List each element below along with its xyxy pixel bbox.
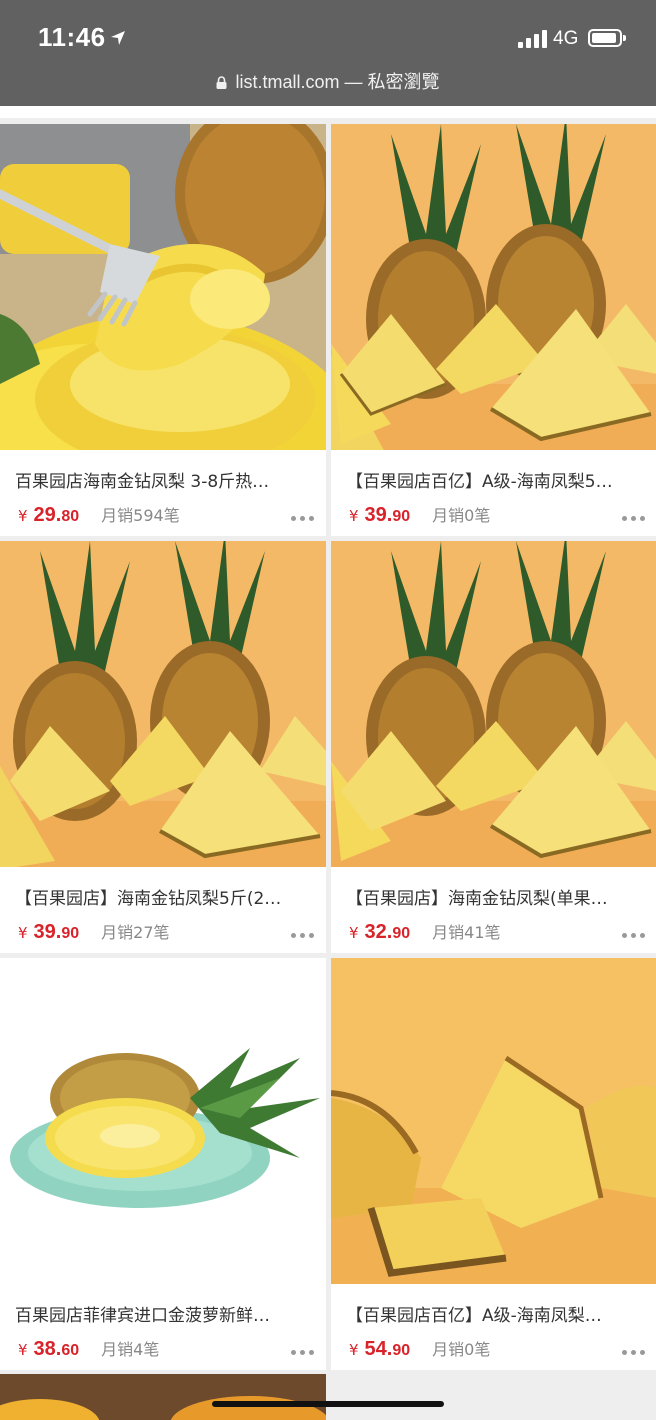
product-image bbox=[0, 1374, 326, 1420]
home-indicator[interactable] bbox=[212, 1401, 444, 1407]
price-integer: 54. bbox=[364, 1338, 393, 1360]
price-integer: 38. bbox=[33, 1338, 62, 1360]
price-row: ¥ 38. 60 月销4笔 bbox=[18, 1336, 318, 1360]
price-decimal: 80 bbox=[61, 508, 80, 525]
price-integer: 32. bbox=[364, 921, 393, 943]
currency-symbol: ¥ bbox=[349, 1341, 359, 1359]
price-row: ¥ 39. 90 月销27笔 bbox=[18, 919, 318, 943]
battery-icon bbox=[588, 29, 626, 47]
currency-symbol: ¥ bbox=[349, 507, 359, 525]
monthly-sales: 月销594笔 bbox=[101, 506, 180, 525]
price-integer: 39. bbox=[364, 504, 393, 526]
lock-icon bbox=[216, 76, 227, 89]
product-card[interactable]: 【百果园店】海南金钻凤梨5斤(2… ¥ 39. 90 月销27笔 bbox=[0, 541, 326, 953]
url-bar[interactable]: list.tmall.com — 私密瀏覽 bbox=[0, 68, 656, 94]
product-image[interactable] bbox=[331, 958, 656, 1284]
product-title[interactable]: 百果园店菲律宾进口金菠萝新鲜… bbox=[15, 1301, 305, 1326]
more-options-icon[interactable] bbox=[291, 933, 314, 938]
product-card[interactable]: 【百果园店】海南金钻凤梨(单果… ¥ 32. 90 月销41笔 bbox=[331, 541, 656, 953]
more-options-icon[interactable] bbox=[622, 1350, 645, 1355]
product-title[interactable]: 【百果园店】海南金钻凤梨(单果… bbox=[346, 884, 636, 909]
monthly-sales: 月销0笔 bbox=[432, 1340, 491, 1359]
currency-symbol: ¥ bbox=[18, 924, 28, 942]
monthly-sales: 月销4笔 bbox=[101, 1340, 160, 1359]
more-options-icon[interactable] bbox=[622, 933, 645, 938]
product-title[interactable]: 【百果园店百亿】A级-海南凤梨… bbox=[346, 1301, 636, 1326]
more-options-icon[interactable] bbox=[291, 516, 314, 521]
product-card[interactable]: 【百果园店百亿】A级-海南凤梨… ¥ 54. 90 月销0笔 bbox=[331, 958, 656, 1370]
price-integer: 29. bbox=[33, 504, 62, 526]
product-card-partial[interactable] bbox=[0, 1374, 326, 1420]
product-image[interactable] bbox=[331, 124, 656, 450]
product-image[interactable] bbox=[0, 124, 326, 450]
top-strip bbox=[0, 106, 656, 118]
status-time: 11:46 bbox=[38, 22, 106, 52]
currency-symbol: ¥ bbox=[349, 924, 359, 942]
product-title[interactable]: 【百果园店百亿】A级-海南凤梨5… bbox=[346, 467, 636, 492]
product-card[interactable]: 百果园店菲律宾进口金菠萝新鲜… ¥ 38. 60 月销4笔 bbox=[0, 958, 326, 1370]
signal-icon bbox=[518, 30, 547, 48]
price-integer: 39. bbox=[33, 921, 62, 943]
product-title[interactable]: 百果园店海南金钻凤梨 3-8斤热… bbox=[15, 467, 305, 492]
price-row: ¥ 54. 90 月销0笔 bbox=[349, 1336, 649, 1360]
product-card[interactable]: 【百果园店百亿】A级-海南凤梨5… ¥ 39. 90 月销0笔 bbox=[331, 124, 656, 536]
price-row: ¥ 32. 90 月销41笔 bbox=[349, 919, 649, 943]
price-decimal: 60 bbox=[61, 1342, 80, 1359]
price-decimal: 90 bbox=[392, 508, 411, 525]
product-title[interactable]: 【百果园店】海南金钻凤梨5斤(2… bbox=[15, 884, 305, 909]
location-arrow-icon bbox=[111, 31, 125, 45]
product-image[interactable] bbox=[0, 958, 326, 1284]
monthly-sales: 月销27笔 bbox=[101, 923, 170, 942]
product-image[interactable] bbox=[0, 541, 326, 867]
more-options-icon[interactable] bbox=[622, 516, 645, 521]
currency-symbol: ¥ bbox=[18, 507, 28, 525]
price-row: ¥ 39. 90 月销0笔 bbox=[349, 502, 649, 526]
product-card[interactable]: 百果园店海南金钻凤梨 3-8斤热… ¥ 29. 80 月销594笔 bbox=[0, 124, 326, 536]
empty-slot bbox=[331, 1374, 656, 1420]
status-bar: 11:46 4G list.tmall.com — 私密瀏覽 bbox=[0, 0, 656, 106]
network-type: 4G bbox=[553, 28, 579, 49]
price-decimal: 90 bbox=[392, 925, 411, 942]
price-decimal: 90 bbox=[61, 925, 80, 942]
currency-symbol: ¥ bbox=[18, 1341, 28, 1359]
price-row: ¥ 29. 80 月销594笔 bbox=[18, 502, 318, 526]
more-options-icon[interactable] bbox=[291, 1350, 314, 1355]
product-image[interactable] bbox=[331, 541, 656, 867]
price-decimal: 90 bbox=[392, 1342, 411, 1359]
monthly-sales: 月销0笔 bbox=[432, 506, 491, 525]
monthly-sales: 月销41笔 bbox=[432, 923, 501, 942]
url-text: list.tmall.com — 私密瀏覽 bbox=[235, 72, 440, 92]
